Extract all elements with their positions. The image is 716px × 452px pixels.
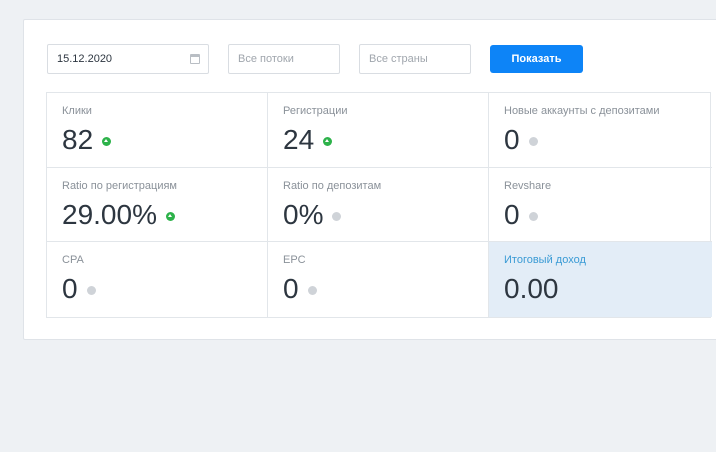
stat-revshare: Revshare 0	[489, 168, 712, 242]
stat-value: 0	[504, 124, 520, 155]
stat-label: Регистрации	[283, 105, 348, 117]
trend-neutral-icon	[332, 211, 342, 221]
stat-value: 24	[283, 124, 315, 155]
stat-value: 0.00	[504, 273, 559, 304]
stat-value: 29.00%	[62, 199, 157, 230]
stat-registration-ratio: Ratio по регистрациям 29.00%	[47, 168, 268, 242]
stat-clicks: Клики 82	[47, 93, 268, 168]
stat-label: Ratio по регистрациям	[62, 180, 177, 192]
date-input-value: 15.12.2020	[57, 53, 113, 65]
streams-select[interactable]: Все потоки	[228, 44, 340, 74]
stat-label: CPA	[62, 254, 84, 266]
stat-label: Новые аккаунты с депозитами	[504, 105, 660, 117]
trend-neutral-icon	[307, 285, 317, 295]
date-input[interactable]: 15.12.2020	[47, 44, 209, 74]
trend-neutral-icon	[528, 211, 538, 221]
countries-select-placeholder: Все страны	[369, 53, 428, 65]
streams-select-placeholder: Все потоки	[238, 53, 294, 65]
stats-grid: Клики 82 Регистрации 24 Новые аккаунты с…	[46, 92, 712, 318]
stat-label: Revshare	[504, 180, 552, 192]
stat-cpa: CPA 0	[47, 242, 268, 317]
trend-neutral-icon	[528, 136, 538, 146]
calendar-icon[interactable]	[190, 54, 200, 64]
stat-label: EPC	[283, 254, 306, 266]
stat-value: 0	[62, 273, 78, 304]
stat-value: 82	[62, 124, 94, 155]
stat-label: Итоговый доход	[504, 254, 586, 266]
trend-neutral-icon	[86, 285, 96, 295]
stat-registrations: Регистрации 24	[268, 93, 489, 168]
stat-new-deposit-accounts: Новые аккаунты с депозитами 0	[489, 93, 712, 168]
trend-up-icon	[165, 211, 175, 221]
stat-value: 0	[504, 199, 520, 230]
stat-label: Ratio по депозитам	[283, 180, 382, 192]
stat-total-income: Итоговый доход 0.00	[489, 242, 712, 317]
stat-label: Клики	[62, 105, 92, 117]
stat-value: 0%	[283, 199, 324, 230]
countries-select[interactable]: Все страны	[359, 44, 471, 74]
trend-up-icon	[102, 136, 112, 146]
trend-up-icon	[323, 136, 333, 146]
stat-epc: EPC 0	[268, 242, 489, 317]
stat-deposit-ratio: Ratio по депозитам 0%	[268, 168, 489, 242]
stats-card: 15.12.2020 Все потоки Все страны Показат…	[23, 19, 716, 340]
show-button[interactable]: Показать	[490, 45, 583, 73]
stat-value: 0	[283, 273, 299, 304]
filters-bar: 15.12.2020 Все потоки Все страны Показат…	[47, 44, 583, 74]
